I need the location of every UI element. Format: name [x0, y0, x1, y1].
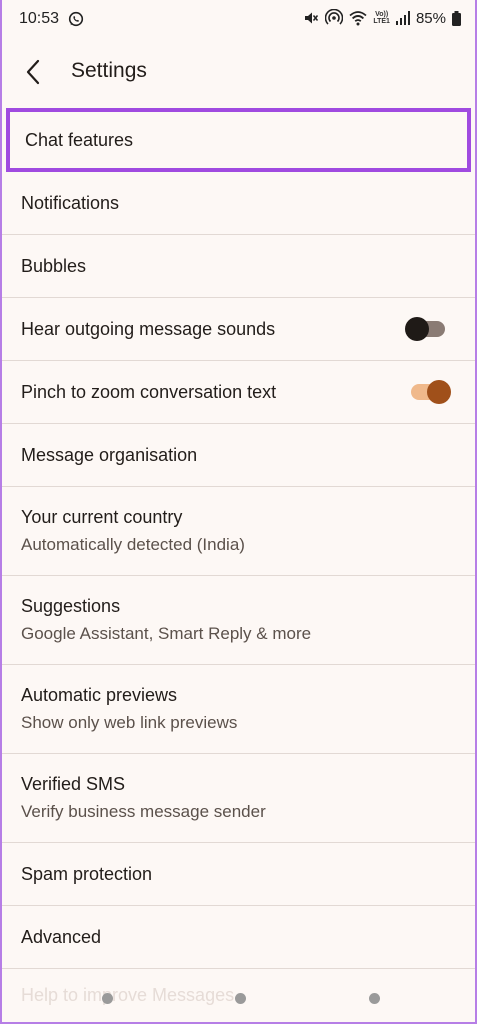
- settings-item-verified-sms[interactable]: Verified SMS Verify business message sen…: [2, 754, 475, 843]
- settings-item-title: Suggestions: [21, 596, 121, 616]
- status-bar: 10:53 Vo)) LTE1 85%: [2, 0, 475, 40]
- settings-item-chat-features[interactable]: Chat features: [6, 108, 471, 172]
- settings-item-outgoing-sounds[interactable]: Hear outgoing message sounds: [2, 298, 475, 361]
- back-arrow-icon: [26, 59, 40, 85]
- whatsapp-icon: [68, 11, 84, 32]
- settings-item-title: Bubbles: [21, 255, 87, 276]
- settings-list: Chat features Notifications Bubbles Hear…: [2, 108, 475, 969]
- settings-item-current-country[interactable]: Your current country Automatically detec…: [2, 487, 475, 576]
- settings-item-title: Pinch to zoom conversation text: [21, 381, 277, 402]
- toggle-knob: [405, 317, 429, 341]
- settings-item-subtitle: Google Assistant, Smart Reply & more: [21, 624, 312, 643]
- status-time: 10:53: [19, 10, 60, 27]
- settings-item-spam-protection[interactable]: Spam protection: [2, 843, 475, 906]
- back-button[interactable]: [16, 54, 52, 90]
- settings-item-title: Automatic previews: [21, 685, 178, 705]
- toggle-knob: [427, 380, 451, 404]
- settings-item-title: Message organisation: [21, 444, 198, 465]
- home-nav-button[interactable]: [235, 993, 246, 1004]
- settings-item-pinch-zoom[interactable]: Pinch to zoom conversation text: [2, 361, 475, 424]
- volte-bottom-text: LTE1: [373, 18, 390, 25]
- settings-item-message-organisation[interactable]: Message organisation: [2, 424, 475, 487]
- recents-nav-button[interactable]: [102, 993, 113, 1004]
- settings-item-title: Notifications: [21, 192, 120, 213]
- signal-icon: [395, 11, 410, 25]
- settings-item-title: Verified SMS: [21, 774, 126, 794]
- settings-item-automatic-previews[interactable]: Automatic previews Show only web link pr…: [2, 665, 475, 754]
- wifi-icon: [349, 10, 367, 26]
- outgoing-sounds-toggle[interactable]: [405, 317, 445, 341]
- app-bar: Settings: [2, 42, 475, 100]
- battery-percent: 85%: [415, 9, 446, 27]
- back-nav-button[interactable]: [369, 993, 380, 1004]
- settings-item-title: Chat features: [25, 129, 134, 150]
- settings-item-notifications[interactable]: Notifications: [2, 172, 475, 235]
- settings-item-suggestions[interactable]: Suggestions Google Assistant, Smart Repl…: [2, 576, 475, 665]
- volte-top-text: Vo)): [375, 11, 389, 18]
- settings-item-title: Hear outgoing message sounds: [21, 318, 276, 339]
- settings-item-subtitle: Automatically detected (India): [21, 535, 245, 554]
- page-title: Settings: [71, 59, 147, 82]
- battery-icon: [452, 10, 461, 26]
- navigation-bar: [2, 990, 475, 1006]
- settings-item-title: Spam protection: [21, 863, 153, 884]
- mute-icon: [303, 10, 319, 26]
- pinch-zoom-toggle[interactable]: [411, 380, 451, 404]
- settings-item-title: Your current country: [21, 507, 183, 527]
- settings-item-subtitle: Verify business message sender: [21, 802, 266, 821]
- settings-item-subtitle: Show only web link previews: [21, 713, 238, 732]
- volte-indicator: Vo)) LTE1: [373, 11, 390, 25]
- hotspot-icon: [325, 9, 344, 27]
- settings-item-title: Advanced: [21, 926, 102, 947]
- settings-item-bubbles[interactable]: Bubbles: [2, 235, 475, 298]
- settings-item-advanced[interactable]: Advanced: [2, 906, 475, 969]
